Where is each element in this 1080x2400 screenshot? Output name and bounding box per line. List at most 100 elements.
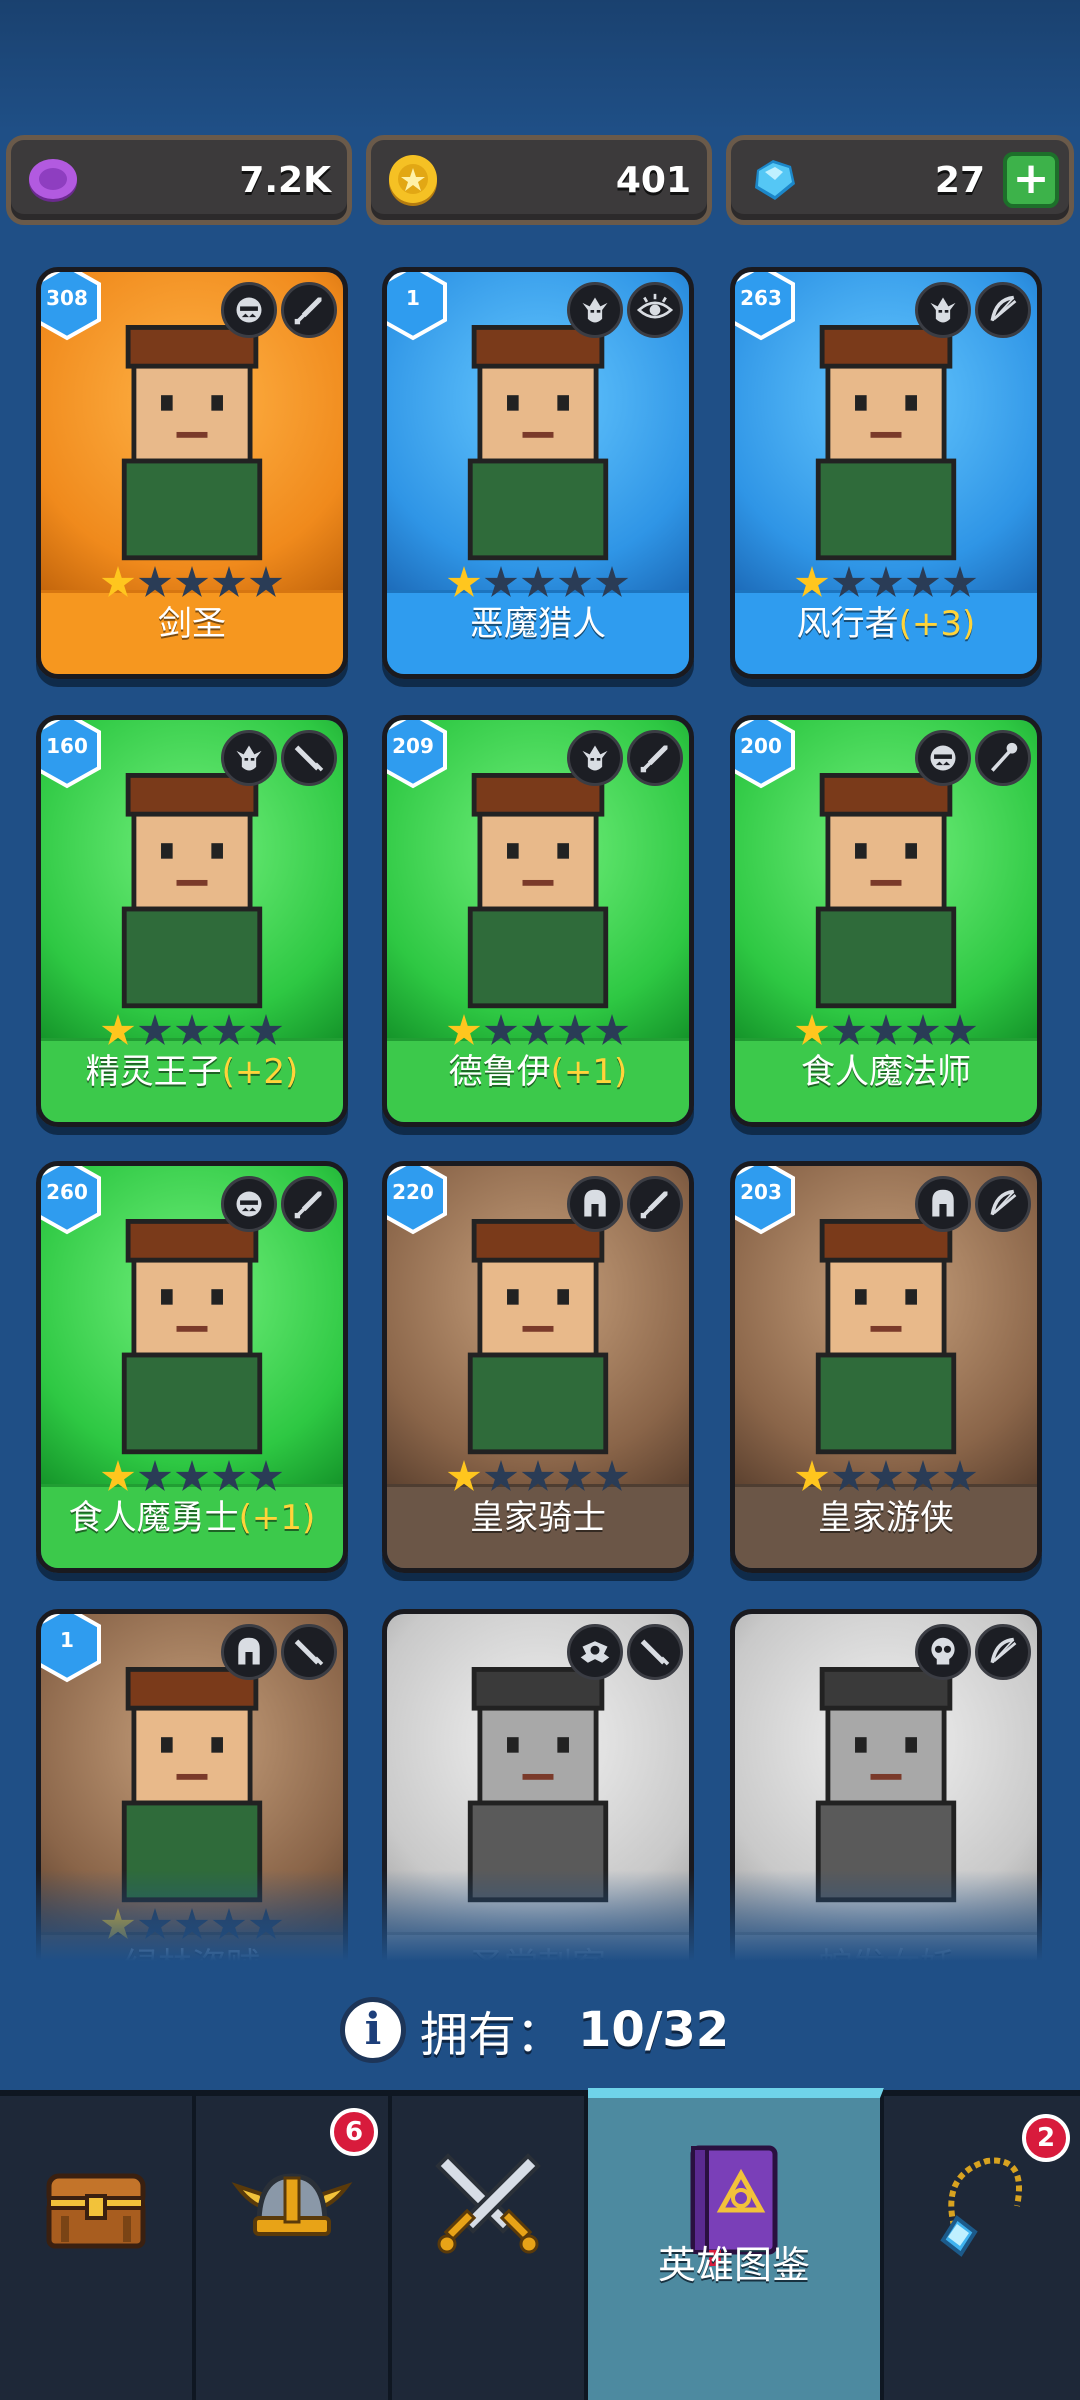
hero-book-label: 英雄图鉴 <box>657 2243 810 2287</box>
hero-level: 200 <box>740 734 782 758</box>
nav-tab-equipment[interactable]: 2 <box>884 2096 1080 2400</box>
hero-name: 食人魔勇士(+1) <box>41 1490 343 1539</box>
eye-icon <box>627 282 683 338</box>
sword-icon <box>627 730 683 786</box>
star-icon <box>212 1460 246 1491</box>
star-rating <box>447 566 629 600</box>
star-icon <box>906 566 940 597</box>
hero-card[interactable]: 剑圣 308 <box>36 267 348 679</box>
diamond-icon <box>755 160 795 200</box>
staff-icon <box>975 730 1031 786</box>
add-diamond-button[interactable]: + <box>1003 152 1059 208</box>
star-icon <box>943 1014 977 1045</box>
star-rating <box>447 1460 629 1494</box>
hero-card[interactable]: 风行者(+3) 263 <box>730 267 1042 679</box>
hero-name: 皇家骑士 <box>387 1490 689 1539</box>
elf-face-icon <box>915 282 971 338</box>
star-icon <box>175 1460 209 1491</box>
hero-level: 220 <box>392 1180 434 1204</box>
star-icon <box>249 566 283 597</box>
hero-level: 203 <box>740 1180 782 1204</box>
helmet-icon <box>221 1624 277 1680</box>
nav-tab-heroes[interactable]: 6 <box>196 2096 392 2400</box>
hero-name: 皇家游侠 <box>735 1490 1037 1539</box>
dagger-icon <box>281 1624 337 1680</box>
star-icon <box>869 566 903 597</box>
dagger-icon <box>281 730 337 786</box>
hero-card[interactable]: 食人魔法师 200 <box>730 715 1042 1127</box>
viking-helmet-icon <box>227 2136 357 2266</box>
diamond-counter[interactable]: 27 + <box>726 135 1074 225</box>
sword-icon <box>281 1176 337 1232</box>
star-rating <box>101 1460 283 1494</box>
star-icon <box>869 1460 903 1491</box>
hero-name-text: 剑圣 <box>158 604 226 644</box>
star-icon <box>943 566 977 597</box>
hero-card[interactable]: 皇家骑士 220 <box>382 1161 694 1573</box>
level-badge: 203 <box>735 1166 797 1236</box>
star-icon <box>138 1460 172 1491</box>
star-rating <box>447 1014 629 1048</box>
dagger-icon <box>627 1624 683 1680</box>
helmet-icon <box>567 1176 623 1232</box>
hero-name-text: 恶魔猎人 <box>470 604 606 644</box>
hero-name: 剑圣 <box>41 596 343 645</box>
star-icon <box>138 566 172 597</box>
helmet-icon <box>915 1176 971 1232</box>
purple-gem-counter[interactable]: 7.2K <box>6 135 352 225</box>
hero-level: 308 <box>46 286 88 310</box>
equipment-notification-badge: 2 <box>1022 2114 1070 2162</box>
nav-tab-chest[interactable] <box>0 2096 196 2400</box>
star-icon <box>832 1014 866 1045</box>
star-icon <box>795 566 829 597</box>
grid-fade <box>0 1870 1080 2000</box>
hero-card[interactable]: 皇家游侠 203 <box>730 1161 1042 1573</box>
star-icon <box>101 566 135 597</box>
hero-card[interactable]: 精灵王子(+2) 160 <box>36 715 348 1127</box>
level-badge: 209 <box>387 720 449 790</box>
hero-name-text: 食人魔勇士 <box>68 1498 239 1538</box>
hero-card[interactable]: 恶魔猎人 1 <box>382 267 694 679</box>
gold-coin-counter[interactable]: 401 <box>366 135 712 225</box>
winged-icon <box>567 1624 623 1680</box>
star-rating <box>101 566 283 600</box>
star-icon <box>558 566 592 597</box>
level-badge: 263 <box>735 272 797 342</box>
level-badge: 1 <box>41 1614 103 1684</box>
star-icon <box>175 1014 209 1045</box>
star-icon <box>249 1460 283 1491</box>
level-badge: 308 <box>41 272 103 342</box>
star-icon <box>521 1460 555 1491</box>
star-icon <box>558 1460 592 1491</box>
level-badge: 200 <box>735 720 797 790</box>
owned-value: 10/32 <box>578 2002 730 2058</box>
star-icon <box>906 1014 940 1045</box>
hero-name-text: 精灵王子 <box>85 1052 222 1092</box>
star-icon <box>595 566 629 597</box>
star-icon <box>521 566 555 597</box>
hero-grid: 剑圣 308 恶魔猎人 1 风行者(+3) 263 精灵王子(+2) 160 德鲁伊(+1) 20… <box>0 255 1080 1995</box>
crossed-swords-icon <box>423 2136 553 2266</box>
star-icon <box>595 1460 629 1491</box>
bow-icon <box>975 282 1031 338</box>
owned-label: 拥有： <box>420 2007 565 2063</box>
top-header <box>0 0 1080 130</box>
star-icon <box>943 1460 977 1491</box>
star-icon <box>558 1014 592 1045</box>
hero-card[interactable]: 德鲁伊(+1) 209 <box>382 715 694 1127</box>
info-icon[interactable]: i <box>340 1997 406 2063</box>
owned-counter: i 拥有： 10/32 <box>340 1990 729 2070</box>
hero-card[interactable]: 食人魔勇士(+1) 260 <box>36 1161 348 1573</box>
nav-tab-hero-book[interactable]: 英雄图鉴 <box>588 2088 884 2400</box>
bow-icon <box>975 1624 1031 1680</box>
nav-tab-battle[interactable] <box>392 2096 588 2400</box>
hero-name-text: 皇家游侠 <box>818 1498 954 1538</box>
purple-gem-icon <box>29 159 77 202</box>
level-badge: 260 <box>41 1166 103 1236</box>
hero-bonus: (+3) <box>898 604 976 644</box>
star-icon <box>832 1460 866 1491</box>
skull-icon <box>915 1624 971 1680</box>
star-icon <box>447 1460 481 1491</box>
hero-level: 209 <box>392 734 434 758</box>
hero-bonus: (+1) <box>550 1052 628 1092</box>
